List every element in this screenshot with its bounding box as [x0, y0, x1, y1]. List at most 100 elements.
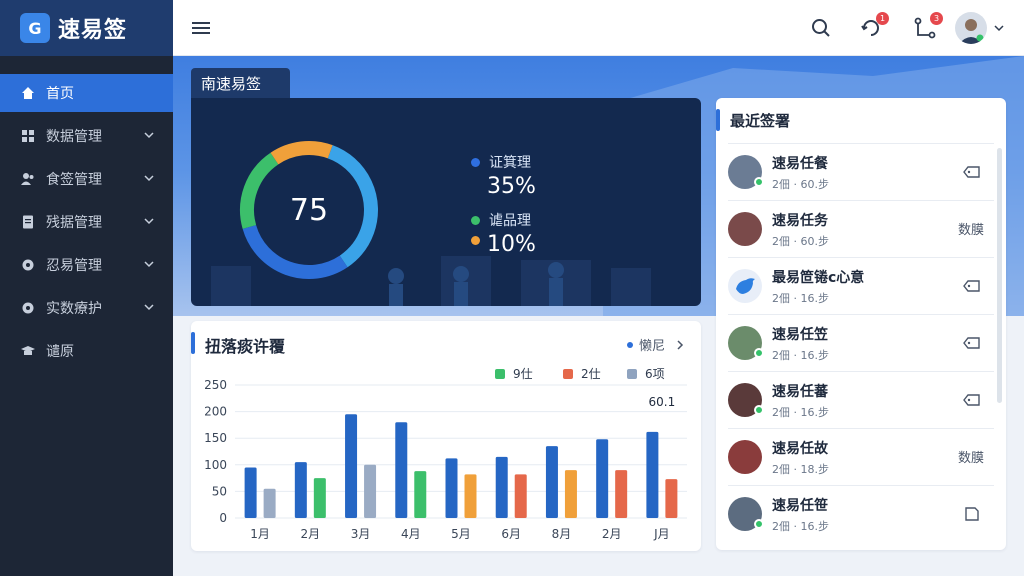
x-tick-label: J月 — [653, 527, 670, 541]
donut-center-value: 75 — [289, 192, 329, 228]
grid-icon — [20, 128, 36, 144]
bar-1-8[interactable] — [665, 479, 678, 518]
doc-icon[interactable] — [962, 506, 982, 522]
sidebar-item-label: 实数療护 — [46, 301, 102, 317]
home-icon — [20, 85, 36, 101]
search-button[interactable] — [809, 16, 833, 40]
scrollbar[interactable] — [997, 148, 1002, 403]
x-tick-label: 1月 — [250, 527, 270, 541]
tag-icon[interactable] — [962, 392, 982, 408]
avatar — [728, 440, 762, 474]
title-accent — [716, 109, 720, 131]
sidebar-item-sign[interactable]: 食签管理 — [0, 160, 173, 198]
notification-button[interactable]: 1 — [859, 12, 889, 40]
bar-0-6[interactable] — [545, 446, 558, 518]
legend-dot — [471, 157, 480, 167]
gear-icon — [20, 257, 36, 273]
avatar — [728, 269, 762, 303]
bar-annotation: 60.1 — [649, 395, 676, 409]
list-item-text: 速易任餐 2佃 · 60.步 — [772, 153, 829, 192]
brand[interactable]: G 速易签 — [0, 0, 173, 56]
list-item[interactable]: 速易任务 2佃 · 60.步 数膜 — [728, 200, 994, 257]
bar-0-8[interactable] — [646, 431, 659, 518]
list-item[interactable]: 最易笸锩c心意 2佃 · 16.步 — [728, 257, 994, 314]
bar-1-3[interactable] — [414, 471, 427, 518]
list-item-text: 速易任笹 2佃 · 16.步 — [772, 495, 829, 534]
list-item[interactable]: 速易任笠 2佃 · 16.步 — [728, 314, 994, 371]
list-item[interactable]: 速易任笹 2佃 · 16.步 — [728, 485, 994, 542]
x-tick-label: 3月 — [351, 527, 371, 541]
list-item-subtitle: 2佃 · 60.步 — [772, 177, 829, 191]
x-tick-label: 6月 — [501, 527, 521, 541]
list-item-title: 速易任笹 — [772, 497, 828, 514]
bar-1-1[interactable] — [313, 478, 326, 518]
bar-0-0[interactable] — [244, 467, 257, 518]
bar-1-4[interactable] — [464, 474, 477, 518]
sidebar-item-docs[interactable]: 残据管理 — [0, 203, 173, 241]
sidebar-item-home[interactable]: 首页 — [0, 74, 173, 112]
legend-label: 证箕理 — [489, 155, 531, 171]
list-item[interactable]: 速易任餐 2佃 · 60.步 — [728, 143, 994, 200]
recent-list: 速易任餐 2佃 · 60.步 速易任务 2佃 · 60.步 数膜 最易笸锩c心意 2佃 · … — [728, 143, 994, 542]
list-item-subtitle: 2佃 · 16.步 — [772, 519, 829, 533]
y-tick-label: 50 — [212, 484, 227, 498]
avatar — [728, 497, 764, 531]
list-item-subtitle: 2佃 · 18.步 — [772, 462, 829, 476]
bar-1-6[interactable] — [564, 470, 577, 518]
sidebar-item-data[interactable]: 数据管理 — [0, 117, 173, 155]
tag-icon[interactable] — [962, 335, 982, 351]
list-item-title: 速易任务 — [772, 212, 828, 229]
brand-name: 速易签 — [58, 18, 128, 43]
sidebar-item-maintenance[interactable]: 实数療护 — [0, 289, 173, 327]
x-tick-label: 2月 — [602, 527, 622, 541]
chevron-down-icon — [144, 218, 154, 225]
hero-tab[interactable]: 南速易签 — [191, 68, 290, 98]
gear-icon — [20, 300, 36, 316]
bar-1-2[interactable] — [364, 464, 377, 518]
legend-dot — [471, 215, 480, 225]
document-icon — [20, 214, 36, 230]
list-item-title: 速易任笠 — [772, 326, 828, 343]
online-indicator — [754, 405, 764, 415]
sidebar-item-label: 数据管理 — [46, 129, 102, 145]
bar-0-1[interactable] — [294, 462, 307, 518]
task-badge: 3 — [930, 12, 943, 25]
bar-0-7[interactable] — [596, 439, 609, 518]
chevron-down-icon[interactable] — [993, 22, 1005, 34]
list-item-action[interactable]: 数膜 — [958, 447, 984, 466]
bar-0-3[interactable] — [395, 422, 408, 518]
list-item-title: 最易笸锩c心意 — [772, 269, 865, 286]
x-tick-label: 8月 — [552, 527, 572, 541]
y-tick-label: 100 — [204, 458, 227, 472]
user-avatar[interactable] — [955, 12, 987, 44]
graduation-icon — [20, 343, 36, 359]
bar-0-4[interactable] — [445, 458, 458, 518]
logo-icon: G — [20, 13, 50, 43]
bar-chart-card: 扭落痰许覆 懒尼 9仕 2仕 6项 0 50 100 150 200 250 1月 2月 3月 4… — [191, 321, 701, 551]
tag-icon[interactable] — [962, 164, 982, 180]
bar-1-7[interactable] — [615, 470, 628, 518]
donut-card: 75 证箕理 35% 谑品理 10% — [191, 98, 701, 306]
y-tick-label: 0 — [219, 511, 227, 525]
y-tick-label: 200 — [204, 405, 227, 419]
task-button[interactable]: 3 — [913, 12, 943, 40]
list-item-action[interactable]: 数膜 — [958, 219, 984, 238]
list-item-title: 速易任蕃 — [772, 383, 828, 400]
list-item-subtitle: 2佃 · 16.步 — [772, 291, 829, 305]
bar-1-0[interactable] — [263, 488, 276, 518]
online-indicator — [754, 177, 764, 187]
recent-card: 最近签署 速易任餐 2佃 · 60.步 速易任务 2佃 · 60.步 数膜 最易笸锩c心意… — [716, 98, 1006, 550]
tag-icon[interactable] — [962, 278, 982, 294]
sidebar-item-settings[interactable]: 忍易管理 — [0, 246, 173, 284]
list-item[interactable]: 速易任蕃 2佃 · 16.步 — [728, 371, 994, 428]
bar-0-2[interactable] — [345, 414, 358, 518]
menu-icon[interactable] — [191, 18, 211, 38]
sidebar-item-origin[interactable]: 谴原 — [0, 332, 173, 370]
sidebar-item-label: 首页 — [46, 86, 74, 102]
donut-legend-item: 证箕理 — [471, 152, 531, 172]
chevron-down-icon — [144, 175, 154, 182]
bar-1-5[interactable] — [514, 474, 527, 518]
bar-0-5[interactable] — [495, 456, 508, 518]
list-item[interactable]: 速易任故 2佃 · 18.步 数膜 — [728, 428, 994, 485]
list-item-text: 速易任蕃 2佃 · 16.步 — [772, 381, 829, 420]
